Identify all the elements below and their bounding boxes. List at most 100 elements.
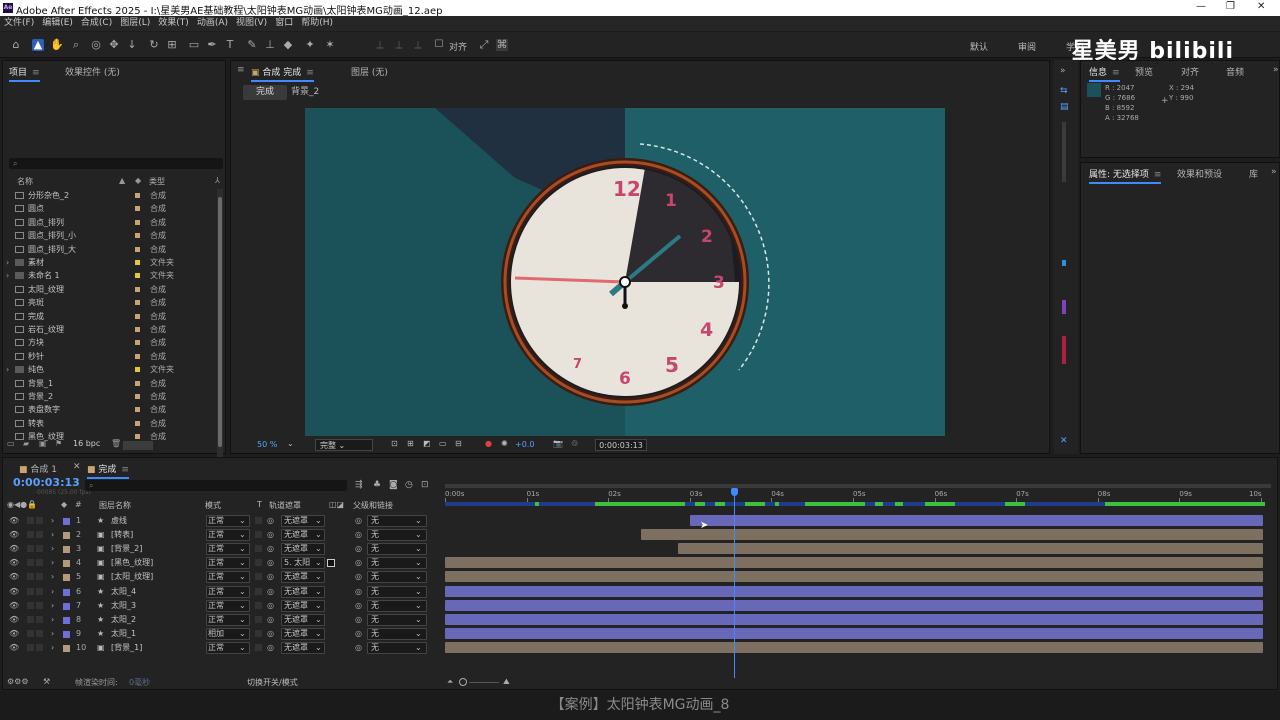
comp-flow-icon[interactable]: ⇶ [355,480,363,490]
solo-box[interactable] [27,545,34,553]
parent-pickwhip-icon[interactable]: ◎ [355,528,362,542]
expand-layer-icon[interactable]: › [51,585,54,599]
menu-item-2[interactable]: 合成(C) [77,16,116,31]
move-tool-icon[interactable]: ✥ [108,39,120,51]
label-color-swatch[interactable] [135,407,140,413]
expand-layer-icon[interactable]: › [51,542,54,556]
eye-icon[interactable]: 👁 [9,613,19,627]
color-management-icon[interactable]: ✺ [501,439,508,448]
layer-duration-bar[interactable] [445,599,1263,611]
label-color-swatch[interactable] [135,300,140,306]
layer-label-color[interactable] [63,602,70,610]
panel-menu-icon[interactable]: ≡ [237,65,245,75]
col-name[interactable]: 名称 [17,176,33,187]
label-color-swatch[interactable] [135,367,140,373]
layer-name[interactable]: [背景_2] [111,542,142,556]
layer-duration-bar[interactable] [678,543,1263,555]
graph-editor-icon[interactable]: ⊡ [421,480,429,490]
layer-name[interactable]: [太阳_纹理] [111,570,153,584]
layer-label-color[interactable] [63,574,70,582]
lock-box[interactable] [36,601,43,609]
label-color-swatch[interactable] [135,193,140,198]
zoom-slider-knob[interactable] [459,678,467,686]
type-tool-icon[interactable]: T [224,39,236,51]
lock-box[interactable] [36,629,43,637]
project-item[interactable]: › 纯色 文件夹 [3,363,213,376]
project-scrollbar[interactable] [217,189,223,481]
modes-icon[interactable]: ⚒ [43,677,50,686]
bpc-indicator[interactable]: 16 bpc [73,439,100,448]
track-pickwhip-icon[interactable]: ◎ [267,570,274,584]
tab-preview[interactable]: 预览 [1135,65,1153,78]
expand-layer-icon[interactable]: › [51,514,54,528]
menu-item-3[interactable]: 图层(L) [116,16,154,31]
layer-row[interactable]: 👁 › 4 ▣ [黑色_纹理] 正常 ⌄ ◎ 5. 太阳 ⌄ ◎ 无 ⌄ [3,556,443,570]
timeline-search-input[interactable]: ⌕ [85,480,347,491]
zoom-tool-icon[interactable]: ⌕ [70,39,82,51]
expand-layer-icon[interactable]: › [51,556,54,570]
expand-layer-icon[interactable]: › [51,528,54,542]
track-pickwhip-icon[interactable]: ◎ [267,585,274,599]
eye-icon[interactable]: 👁 [9,556,19,570]
close-tab-icon[interactable]: ✕ [73,462,81,472]
solo-box[interactable] [27,643,34,651]
col-layer-name[interactable]: 图层名称 [99,500,131,511]
cross-icon[interactable]: ✕ [1060,436,1068,446]
solo-box[interactable] [27,517,34,524]
tab-effects-presets[interactable]: 效果和预设 [1177,167,1222,180]
layer-duration-bar[interactable] [445,571,1263,583]
project-item[interactable]: 方块 合成 [3,336,213,349]
tab-composition[interactable]: ▣ 合成 完成 ≡ [251,65,314,82]
current-time-display[interactable]: 0:00:03:13 [595,439,647,451]
layer-name[interactable]: 虚线 [111,514,127,528]
brush-tool-icon[interactable]: ✎ [246,39,258,51]
project-item[interactable]: 分形杂色_2 合成 [3,189,213,202]
panel-icon-2[interactable]: ▤ [1060,102,1069,112]
preserve-transparency-box[interactable] [255,573,262,581]
project-item[interactable]: 背景_1 合成 [3,377,213,390]
menu-item-7[interactable]: 窗口 [271,16,297,31]
tab-info[interactable]: 信息 ≡ [1089,65,1120,82]
eye-icon[interactable]: 👁 [9,641,19,655]
expand-layer-icon[interactable]: › [51,613,54,627]
label-color-swatch[interactable] [135,380,140,386]
layer-duration-bar[interactable] [445,557,1263,569]
layer-row[interactable]: 👁 › 2 ▣ [转表] 正常 ⌄ ◎ 无遮罩 ⌄ ◎ 无 ⌄ [3,528,443,542]
layer-row[interactable]: 👁 › 5 ▣ [太阳_纹理] 正常 ⌄ ◎ 无遮罩 ⌄ ◎ 无 ⌄ [3,570,443,584]
tab-audio[interactable]: 音频 [1226,65,1244,78]
sort-arrow-icon[interactable]: ▲ [119,176,125,185]
channel-icon[interactable]: ● [485,439,492,448]
solo-box[interactable] [27,629,34,637]
tab-library[interactable]: 库 [1249,167,1258,180]
dolly-tool-icon[interactable]: ↓ [126,39,138,51]
layer-name[interactable]: 太阳_1 [111,627,136,641]
label-color-swatch[interactable] [135,327,140,332]
zoom-in-icon[interactable]: ⛰ [503,677,510,687]
project-search-input[interactable]: ⌕ [9,158,223,169]
col-parent[interactable]: 父级和链接 [353,500,393,511]
solo-box[interactable] [27,531,34,539]
track-pickwhip-icon[interactable]: ◎ [267,613,274,627]
tab-layer[interactable]: 图层 (无) [351,65,388,78]
project-item[interactable]: 太阳_纹理 合成 [3,283,213,296]
tab-effect-controls[interactable]: 效果控件 (无) [65,65,120,78]
roto-brush-tool-icon[interactable]: ✦ [304,39,316,51]
layer-row[interactable]: 👁 › 1 ★ 虚线 正常 ⌄ ◎ 无遮罩 ⌄ ◎ 无 ⌄ [3,514,443,528]
menu-item-0[interactable]: 文件(F) [0,16,38,31]
parent-pickwhip-icon[interactable]: ◎ [355,613,362,627]
col-mode[interactable]: 模式 [205,500,221,511]
eye-icon[interactable]: 👁 [9,528,19,542]
lock-box[interactable] [36,587,43,595]
track-pickwhip-icon[interactable]: ◎ [267,599,274,613]
expand-layer-icon[interactable]: › [51,627,54,641]
expand-arrow-icon[interactable]: › [6,269,9,282]
local-axis-icon[interactable]: ⟂ [374,39,386,51]
lock-box[interactable] [36,531,43,539]
menu-item-4[interactable]: 效果(T) [154,16,193,31]
overflow-icon[interactable]: » [1273,65,1279,75]
zoom-dropdown-icon[interactable]: ⌄ [287,439,294,448]
timeline-current-time[interactable]: 0:00:03:13 [13,476,80,489]
layer-label-color[interactable] [63,518,70,525]
time-ruler[interactable]: 0:00s 01s 02s 03s 04s 05s 06s 07s 08s 09s 10s [445,484,1271,512]
menu-item-8[interactable]: 帮助(H) [297,16,337,31]
